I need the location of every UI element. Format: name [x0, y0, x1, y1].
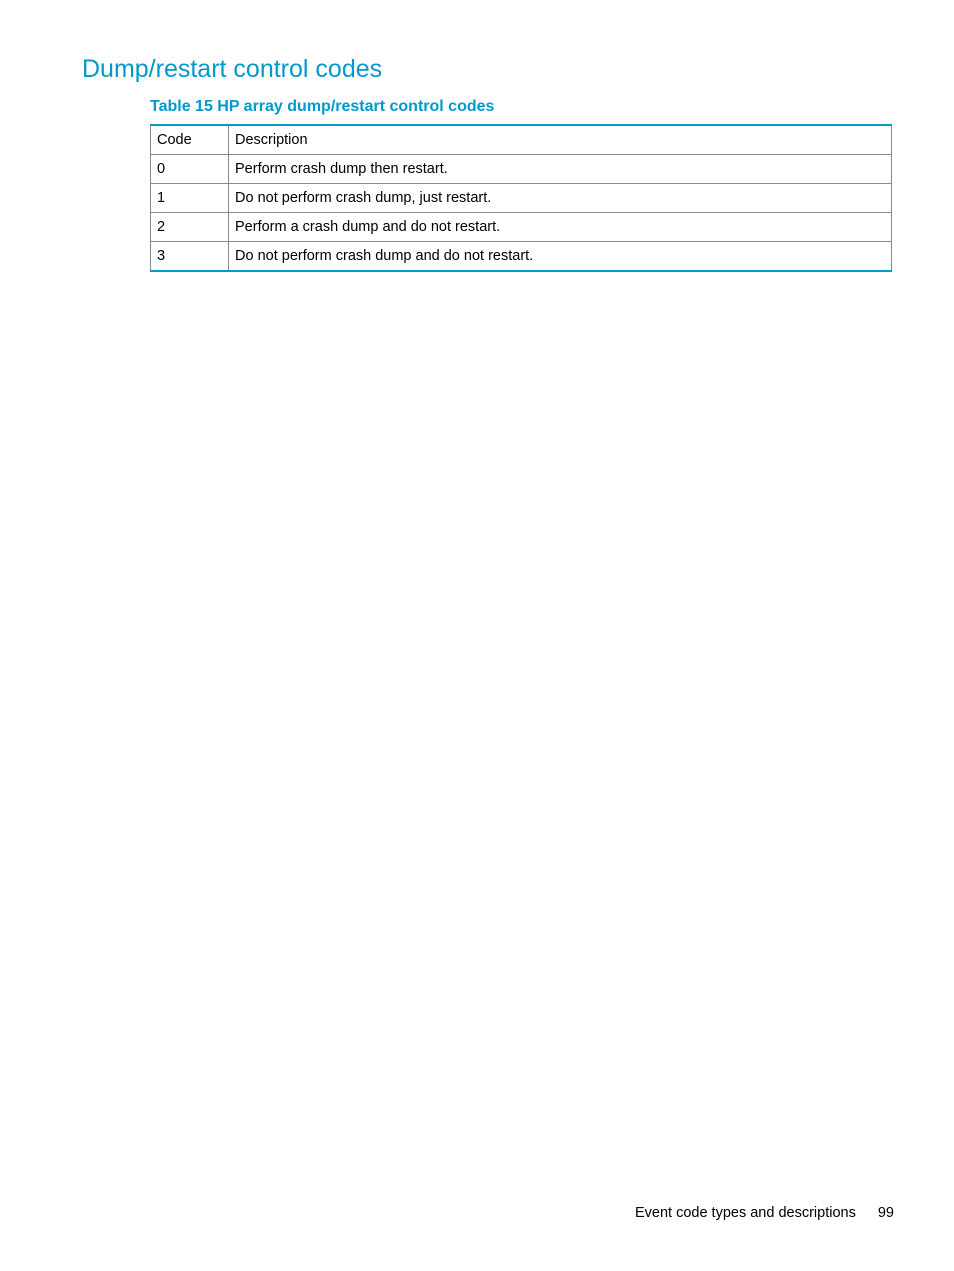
section-heading: Dump/restart control codes — [82, 55, 894, 84]
table-container: Table 15 HP array dump/restart control c… — [150, 98, 894, 272]
cell-code: 0 — [151, 155, 229, 184]
table-caption: Table 15 HP array dump/restart control c… — [150, 98, 894, 116]
page-number: 99 — [878, 1205, 894, 1221]
header-code: Code — [151, 125, 229, 155]
page-footer: Event code types and descriptions 99 — [635, 1205, 894, 1221]
cell-code: 3 — [151, 242, 229, 272]
cell-code: 1 — [151, 184, 229, 213]
cell-description: Perform a crash dump and do not restart. — [229, 213, 892, 242]
table-row: 0 Perform crash dump then restart. — [151, 155, 892, 184]
table-row: 1 Do not perform crash dump, just restar… — [151, 184, 892, 213]
cell-code: 2 — [151, 213, 229, 242]
cell-description: Do not perform crash dump, just restart. — [229, 184, 892, 213]
cell-description: Do not perform crash dump and do not res… — [229, 242, 892, 272]
table-row: 3 Do not perform crash dump and do not r… — [151, 242, 892, 272]
table-header-row: Code Description — [151, 125, 892, 155]
table-row: 2 Perform a crash dump and do not restar… — [151, 213, 892, 242]
header-description: Description — [229, 125, 892, 155]
cell-description: Perform crash dump then restart. — [229, 155, 892, 184]
footer-section-text: Event code types and descriptions — [635, 1205, 856, 1221]
control-codes-table: Code Description 0 Perform crash dump th… — [150, 124, 892, 272]
